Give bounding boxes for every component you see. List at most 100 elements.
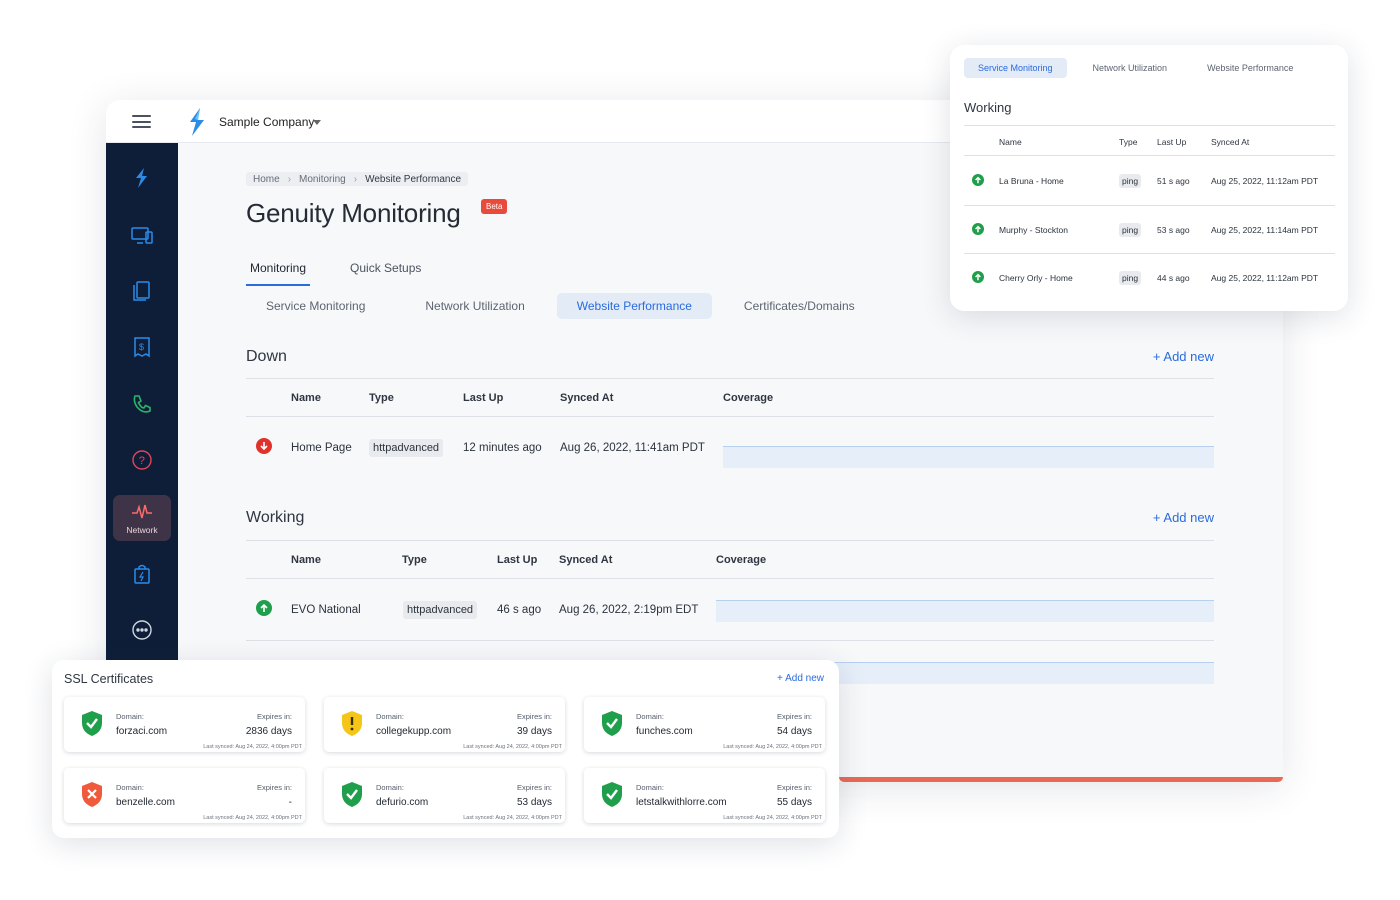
expires-label: Expires in: (776, 783, 812, 792)
shield-check-icon (342, 782, 362, 807)
last-synced: Last synced: Aug 24, 2022, 4:00pm PDT (463, 744, 562, 750)
coverage-bar (723, 446, 1214, 468)
chevron-right-icon: › (287, 173, 292, 185)
subtab-service-monitoring[interactable]: Service Monitoring (246, 293, 385, 319)
domain-label: Domain: (376, 783, 404, 792)
sidebar-item-billing[interactable]: $ (113, 324, 171, 370)
type-badge: httpadvanced (369, 439, 444, 457)
column-header-type: Type (1119, 137, 1138, 147)
page-title: Genuity Monitoring (246, 198, 461, 228)
chevron-down-icon[interactable] (313, 120, 321, 125)
domain-value: defurio.com (376, 797, 429, 808)
synced-at: Aug 26, 2022, 2:19pm EDT (559, 604, 699, 616)
certificate-card[interactable]: Domain: Expires in: letstalkwithlorre.co… (584, 768, 825, 823)
type-badge: ping (1119, 174, 1142, 188)
column-header-type: Type (369, 392, 394, 404)
sidebar-item-more[interactable] (113, 607, 171, 653)
last-up: 46 s ago (497, 604, 542, 616)
down-section-title: Down (246, 348, 287, 365)
monitor-name[interactable]: EVO National (291, 604, 361, 616)
synced-at: Aug 25, 2022, 11:14am PDT (1211, 225, 1319, 235)
ssl-add-new-link[interactable]: + Add new (777, 673, 824, 684)
shield-check-icon (82, 711, 102, 736)
phone-icon (133, 395, 151, 413)
sidebar-item-documents[interactable] (113, 268, 171, 314)
last-up: 53 s ago (1157, 225, 1190, 235)
column-header-name: Name (291, 554, 321, 566)
certificate-card[interactable]: Domain: Expires in: collegekupp.com 39 d… (324, 697, 565, 752)
sidebar-item-label: Network (126, 525, 158, 535)
divider (964, 155, 1335, 156)
tab-monitoring[interactable]: Monitoring (246, 261, 311, 286)
divider (246, 578, 1214, 579)
expires-value: - (288, 797, 292, 808)
card-tabs: Service Monitoring Network Utilization W… (964, 58, 1319, 78)
domain-label: Domain: (636, 783, 664, 792)
receipt-dollar-icon: $ (134, 337, 150, 358)
subtabs: Service Monitoring Network Utilization W… (246, 293, 887, 319)
beta-badge: Beta (481, 199, 508, 214)
tab-website-performance[interactable]: Website Performance (1193, 58, 1307, 78)
company-selector[interactable]: Sample Company (219, 115, 314, 129)
brand-flame-icon[interactable] (186, 107, 208, 137)
column-header-last-up: Last Up (1157, 137, 1187, 147)
expires-label: Expires in: (776, 712, 812, 721)
expires-label: Expires in: (516, 783, 552, 792)
column-header-name: Name (999, 137, 1022, 147)
tab-service-monitoring[interactable]: Service Monitoring (964, 58, 1067, 78)
shield-warning-icon (342, 711, 362, 736)
status-up-icon (972, 271, 984, 283)
domain-label: Domain: (636, 712, 664, 721)
sidebar-item-procurement[interactable] (113, 551, 171, 597)
status-up-icon (256, 600, 272, 616)
tab-quick-setups[interactable]: Quick Setups (346, 261, 425, 286)
ssl-certificates-card: SSL Certificates + Add new Domain: Expir… (52, 660, 839, 838)
sidebar-item-telecom[interactable] (113, 381, 171, 427)
sidebar-item-network[interactable]: Network (113, 495, 171, 541)
monitor-name[interactable]: La Bruna - Home (999, 176, 1064, 186)
working-add-new-link[interactable]: + Add new (1153, 510, 1214, 525)
ssl-card-title: SSL Certificates (64, 672, 154, 686)
service-monitoring-card: Service Monitoring Network Utilization W… (950, 45, 1348, 311)
devices-icon (131, 227, 153, 244)
sidebar-item-devices[interactable] (113, 212, 171, 258)
expires-value: 53 days (516, 797, 552, 808)
subtab-website-performance[interactable]: Website Performance (556, 293, 712, 319)
svg-text:$: $ (139, 342, 144, 352)
expires-value: 39 days (516, 726, 552, 737)
certificate-card[interactable]: Domain: Expires in: funches.com 54 days … (584, 697, 825, 752)
domain-label: Domain: (376, 712, 404, 721)
column-header-coverage: Coverage (723, 392, 774, 404)
expires-label: Expires in: (256, 712, 292, 721)
shield-check-icon (602, 782, 622, 807)
certificate-card[interactable]: Domain: Expires in: forzaci.com 2836 day… (64, 697, 305, 752)
column-header-type: Type (402, 554, 427, 566)
synced-at: Aug 25, 2022, 11:12am PDT (1211, 176, 1319, 186)
tab-network-utilization[interactable]: Network Utilization (1079, 58, 1182, 78)
divider (246, 540, 1214, 541)
type-badge: ping (1119, 223, 1142, 237)
shield-check-icon (602, 711, 622, 736)
last-synced: Last synced: Aug 24, 2022, 4:00pm PDT (723, 744, 822, 750)
sidebar-item-help[interactable]: ? (113, 437, 171, 483)
expires-value: 54 days (776, 726, 812, 737)
divider (246, 416, 1214, 417)
certificate-card[interactable]: Domain: Expires in: benzelle.com - Last … (64, 768, 305, 823)
subtab-certificates-domains[interactable]: Certificates/Domains (724, 293, 875, 319)
breadcrumb-home[interactable]: Home (253, 174, 280, 185)
column-header-coverage: Coverage (716, 554, 767, 566)
subtab-network-utilization[interactable]: Network Utilization (405, 293, 544, 319)
breadcrumb-current: Website Performance (365, 173, 462, 185)
breadcrumb-monitoring[interactable]: Monitoring (299, 174, 346, 185)
coverage-bar (716, 600, 1214, 622)
divider (964, 125, 1335, 126)
down-add-new-link[interactable]: + Add new (1153, 349, 1214, 364)
hamburger-menu-icon[interactable] (132, 115, 151, 128)
help-circle-icon: ? (132, 450, 152, 470)
sidebar-item-home[interactable] (113, 155, 171, 201)
certificate-card[interactable]: Domain: Expires in: defurio.com 53 days … (324, 768, 565, 823)
divider (246, 378, 1214, 379)
monitor-name[interactable]: Murphy - Stockton (999, 225, 1068, 235)
monitor-name[interactable]: Home Page (291, 442, 352, 454)
monitor-name[interactable]: Cherry Orly - Home (999, 273, 1073, 283)
